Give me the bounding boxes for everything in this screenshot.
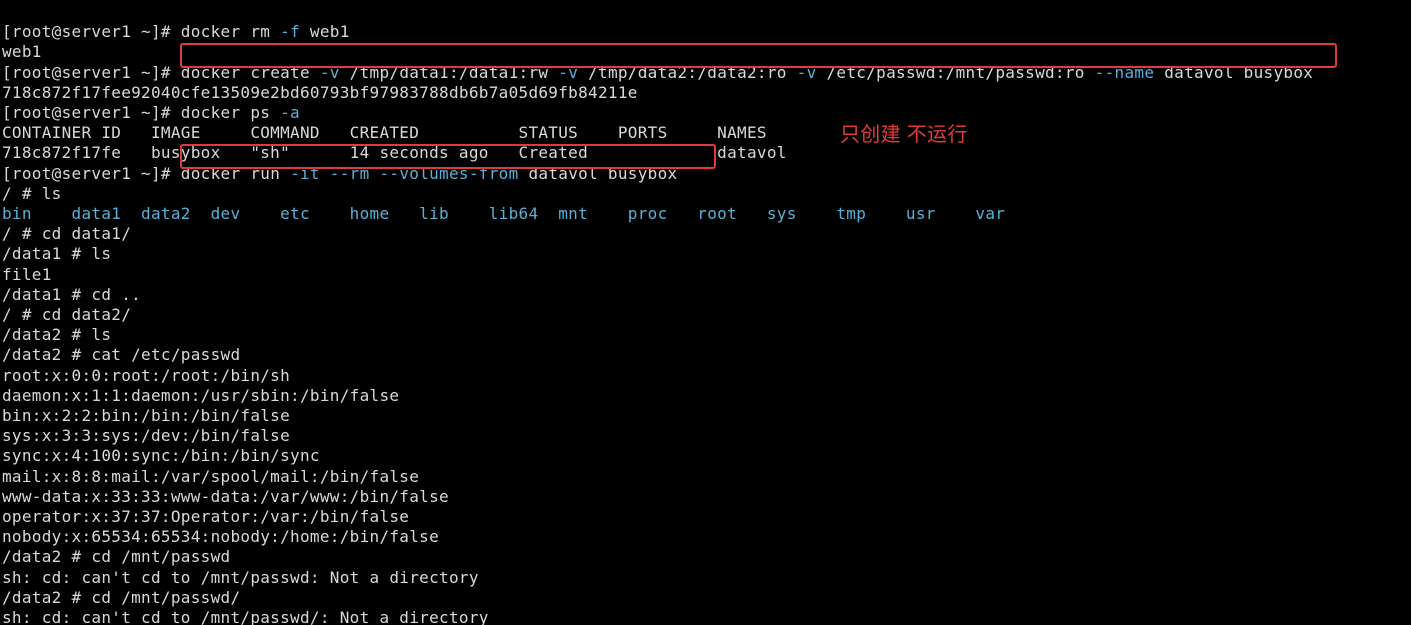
line: file1 xyxy=(2,265,52,284)
ls-output: bin data1 data2 dev etc home lib lib64 m… xyxy=(2,204,1005,223)
line: 718c872f17fe busybox "sh" 14 seconds ago… xyxy=(2,143,787,162)
line: /data1 # cd .. xyxy=(2,285,141,304)
terminal[interactable]: [root@server1 ~]# docker rm -f web1 web1… xyxy=(0,0,1411,625)
line: nobody:x:65534:65534:nobody:/home:/bin/f… xyxy=(2,527,439,546)
line: sh: cd: can't cd to /mnt/passwd/: Not a … xyxy=(2,608,489,625)
line: /data2 # cd /mnt/passwd xyxy=(2,547,230,566)
line: CONTAINER ID IMAGE COMMAND CREATED STATU… xyxy=(2,123,767,142)
line: mail:x:8:8:mail:/var/spool/mail:/bin/fal… xyxy=(2,467,419,486)
line: /data2 # ls xyxy=(2,325,111,344)
line: sh: cd: can't cd to /mnt/passwd: Not a d… xyxy=(2,568,479,587)
line: [root@server1 ~]# docker run -it --rm --… xyxy=(2,164,677,183)
line: / # ls xyxy=(2,184,62,203)
line: [root@server1 ~]# docker create -v /tmp/… xyxy=(2,63,1313,82)
line: www-data:x:33:33:www-data:/var/www:/bin/… xyxy=(2,487,449,506)
line: bin:x:2:2:bin:/bin:/bin/false xyxy=(2,406,290,425)
line: 718c872f17fee92040cfe13509e2bd60793bf979… xyxy=(2,83,638,102)
line: /data2 # cat /etc/passwd xyxy=(2,345,240,364)
line: web1 xyxy=(2,42,42,61)
line: / # cd data1/ xyxy=(2,224,131,243)
line: daemon:x:1:1:daemon:/usr/sbin:/bin/false xyxy=(2,386,399,405)
line: operator:x:37:37:Operator:/var:/bin/fals… xyxy=(2,507,409,526)
line: [root@server1 ~]# docker rm -f web1 xyxy=(2,22,350,41)
annotation-text: 只创建 不运行 xyxy=(840,125,968,145)
line: sync:x:4:100:sync:/bin:/bin/sync xyxy=(2,446,320,465)
line: root:x:0:0:root:/root:/bin/sh xyxy=(2,366,290,385)
line: /data2 # cd /mnt/passwd/ xyxy=(2,588,240,607)
line: / # cd data2/ xyxy=(2,305,131,324)
line: /data1 # ls xyxy=(2,244,111,263)
line: [root@server1 ~]# docker ps -a xyxy=(2,103,300,122)
line: sys:x:3:3:sys:/dev:/bin/false xyxy=(2,426,290,445)
